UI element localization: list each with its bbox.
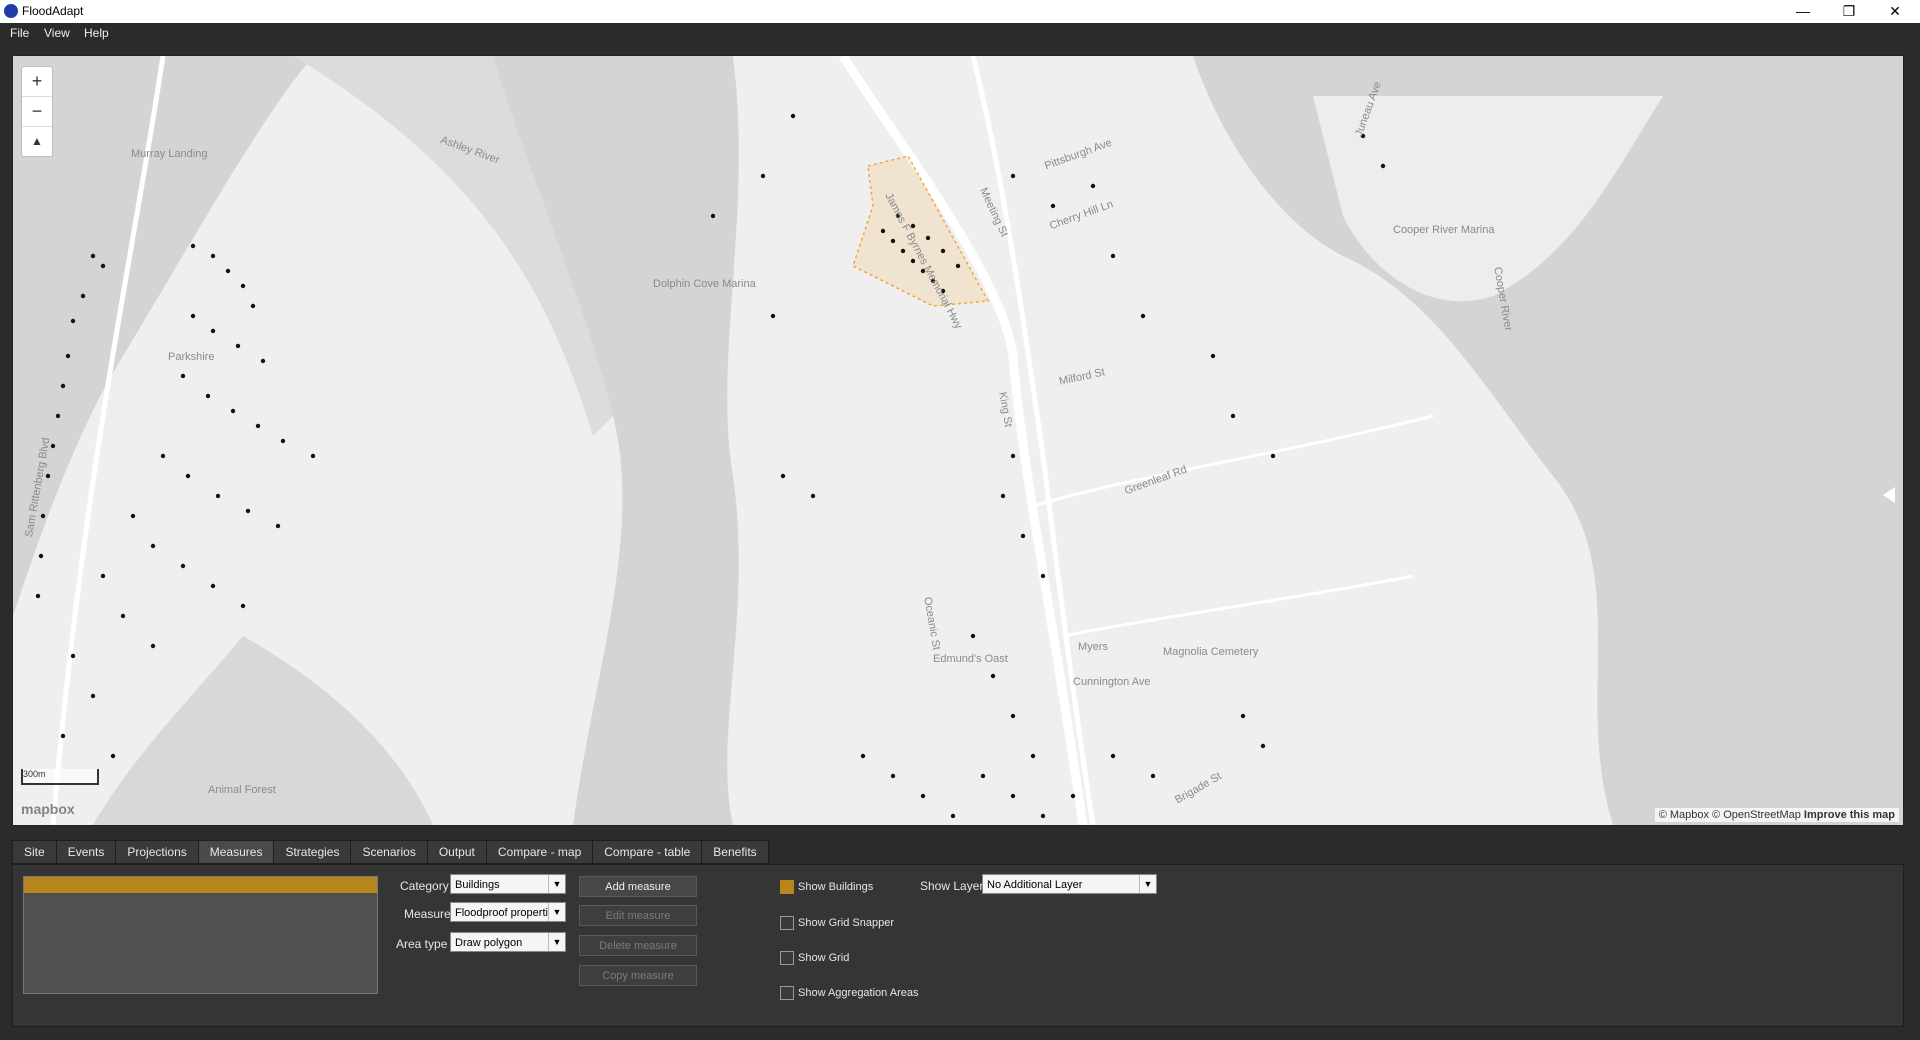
menu-bar: File View Help <box>0 23 1920 43</box>
map-label: Myers <box>1078 641 1108 653</box>
show-aggregation-checkbox[interactable] <box>780 986 794 1000</box>
map-label: Murray Landing <box>131 148 208 160</box>
show-buildings-label: Show Buildings <box>798 881 874 893</box>
measures-list-selected-row[interactable] <box>24 877 377 893</box>
tab-scenarios[interactable]: Scenarios <box>350 840 428 864</box>
maximize-button[interactable]: ❐ <box>1826 0 1872 23</box>
marsh-lower-left <box>93 636 433 825</box>
show-layer-value: No Additional Layer <box>987 879 1083 891</box>
mapbox-logo: mapbox <box>21 801 75 817</box>
area-type-select[interactable]: Draw polygon ▼ <box>450 932 566 952</box>
measure-value: Floodproof properti <box>455 907 548 919</box>
scale-bar: 300m <box>21 769 99 785</box>
tab-compare-table[interactable]: Compare - table <box>592 840 703 864</box>
chevron-down-icon: ▼ <box>548 933 565 951</box>
tab-benefits[interactable]: Benefits <box>701 840 769 864</box>
tab-strategies[interactable]: Strategies <box>273 840 352 864</box>
main-tabs: Site Events Projections Measures Strategies S… <box>12 840 769 864</box>
tab-compare-map[interactable]: Compare - map <box>485 840 594 864</box>
chevron-down-icon: ▼ <box>548 875 565 893</box>
add-measure-button[interactable]: Add measure <box>579 876 697 897</box>
map-label: Cunnington Ave <box>1073 676 1151 688</box>
measure-label: Measure <box>404 907 451 921</box>
minimize-button[interactable]: — <box>1780 0 1826 23</box>
map-view[interactable]: + − ▲ 300m mapbox © Mapbox © OpenStreetM… <box>12 55 1904 826</box>
chevron-down-icon: ▼ <box>548 903 565 921</box>
title-bar: FloodAdapt — ❐ ✕ <box>0 0 1920 23</box>
copy-measure-button[interactable]: Copy measure <box>579 965 697 986</box>
tab-site[interactable]: Site <box>12 840 57 864</box>
edit-measure-button[interactable]: Edit measure <box>579 905 697 926</box>
measure-select[interactable]: Floodproof properti ▼ <box>450 902 566 922</box>
map-label: Animal Forest <box>208 784 276 796</box>
window-title: FloodAdapt <box>22 4 84 18</box>
chevron-down-icon: ▼ <box>1139 875 1156 893</box>
show-layer-label: Show Layer <box>920 879 984 893</box>
map-label: Dolphin Cove Marina <box>653 278 756 290</box>
menu-view[interactable]: View <box>44 26 70 40</box>
map-zoom-controls: + − ▲ <box>21 66 53 157</box>
scale-label: 300m <box>23 769 46 779</box>
menu-help[interactable]: Help <box>84 26 109 40</box>
tab-events[interactable]: Events <box>55 840 117 864</box>
map-label: Magnolia Cemetery <box>1163 646 1259 658</box>
show-grid-snapper-checkbox[interactable] <box>780 916 794 930</box>
map-canvas[interactable] <box>13 56 1903 825</box>
show-grid-checkbox[interactable] <box>780 951 794 965</box>
map-label: Edmund's Oast <box>933 653 1008 665</box>
zoom-in-button[interactable]: + <box>22 67 52 97</box>
show-grid-label: Show Grid <box>798 952 850 964</box>
tab-projections[interactable]: Projections <box>115 840 199 864</box>
show-buildings-checkbox[interactable] <box>780 880 794 894</box>
menu-file[interactable]: File <box>10 26 29 40</box>
measure-polygon <box>852 155 990 307</box>
category-select[interactable]: Buildings ▼ <box>450 874 566 894</box>
show-aggregation-label: Show Aggregation Areas <box>798 987 919 999</box>
tab-output[interactable]: Output <box>426 840 487 864</box>
side-panel-toggle-icon[interactable] <box>1883 487 1895 503</box>
attribution-text: © Mapbox © OpenStreetMap <box>1658 809 1801 821</box>
improve-map-link[interactable]: Improve this map <box>1804 809 1895 821</box>
app-icon <box>4 4 18 18</box>
show-grid-snapper-label: Show Grid Snapper <box>798 917 894 929</box>
category-label: Category <box>400 879 449 893</box>
map-attribution: © Mapbox © OpenStreetMap Improve this ma… <box>1654 808 1899 822</box>
zoom-out-button[interactable]: − <box>22 97 52 127</box>
area-type-label: Area type <box>396 937 448 951</box>
show-layer-select[interactable]: No Additional Layer ▼ <box>982 874 1157 894</box>
delete-measure-button[interactable]: Delete measure <box>579 935 697 956</box>
close-button[interactable]: ✕ <box>1872 0 1918 23</box>
compass-button[interactable]: ▲ <box>22 127 52 156</box>
measures-list[interactable] <box>23 876 378 994</box>
tab-measures[interactable]: Measures <box>197 840 275 864</box>
ashley-river-water <box>13 56 313 616</box>
map-label: Parkshire <box>168 351 215 363</box>
map-label: Cooper River Marina <box>1393 224 1495 236</box>
area-type-value: Draw polygon <box>455 937 523 949</box>
category-value: Buildings <box>455 879 500 891</box>
